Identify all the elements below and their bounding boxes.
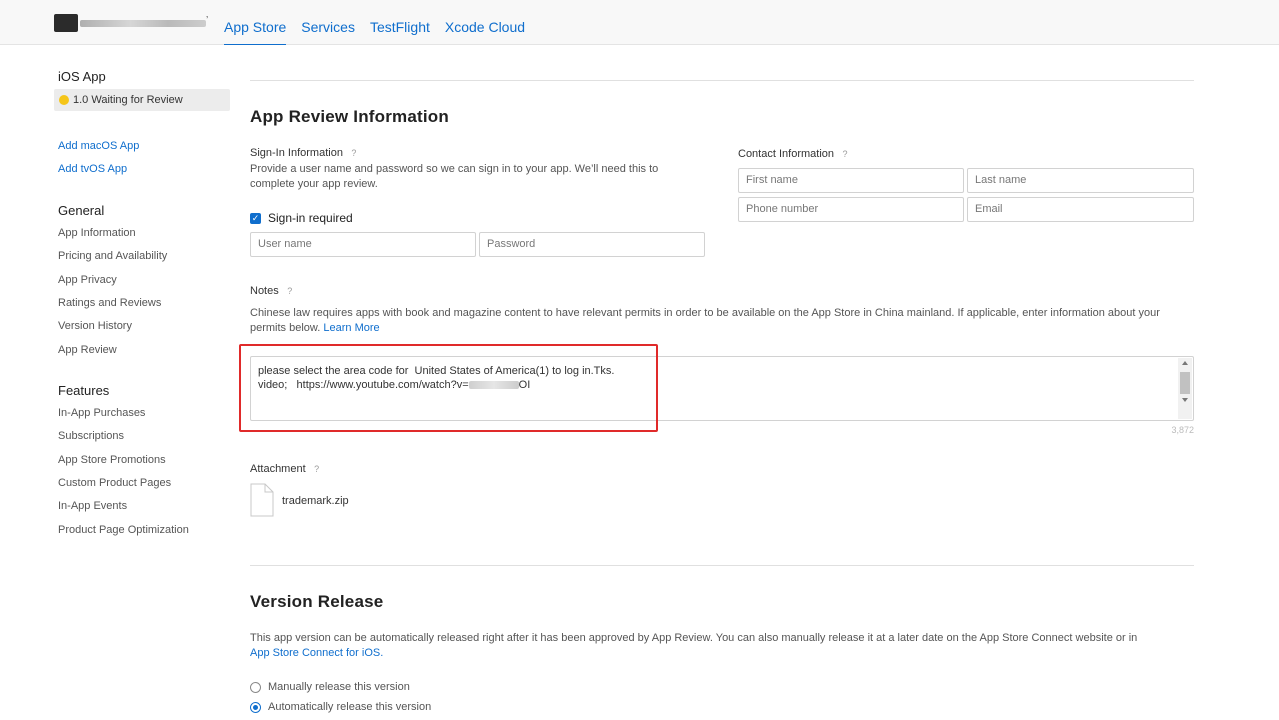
scroll-up-arrow-icon[interactable] [1182,361,1188,365]
account-avatar-icon [54,14,78,32]
notes-description-line2-text: permits below. [250,322,321,334]
section-divider [250,80,1194,81]
sidebar-item-custom-product-pages[interactable]: Custom Product Pages [58,477,171,489]
redacted-video-id [468,381,519,390]
first-name-input[interactable]: First name [738,168,964,193]
notes-label-text: Notes [250,285,279,297]
radio-manual[interactable] [250,681,261,693]
sidebar-item-promotions[interactable]: App Store Promotions [58,454,166,466]
scroll-thumb[interactable] [1180,372,1190,394]
notes-line-2-end: OI [518,379,531,391]
file-document-icon[interactable] [250,483,274,517]
sidebar-item-product-page-optimization[interactable]: Product Page Optimization [58,524,189,536]
signin-info-label: Sign-In Information? [250,147,359,159]
section-title-app-review: App Review Information [250,107,449,126]
sidebar-features-heading: Features [58,383,110,398]
learn-more-link[interactable]: Learn More [323,322,379,334]
radio-manual-label: Manually release this version [268,681,410,693]
signin-description: Provide a user name and password so we c… [250,162,658,192]
signin-required-checkbox[interactable]: ✓ [250,212,261,224]
radio-auto-label: Automatically release this version [268,701,432,713]
radio-auto[interactable] [250,701,261,713]
add-tvos-app-link[interactable]: Add tvOS App [58,163,127,175]
help-question-icon[interactable]: ? [840,149,850,159]
help-question-icon[interactable]: ? [312,464,322,474]
scroll-down-arrow-icon[interactable] [1182,398,1188,402]
sidebar-app-heading: iOS App [58,69,106,84]
app-store-connect-ios-link[interactable]: App Store Connect for iOS. [250,646,1194,661]
notes-description-line1: Chinese law requires apps with book and … [250,307,1160,319]
username-input[interactable]: User name [250,232,476,257]
attachment-label: Attachment? [250,463,322,475]
top-navigation-bar: ’ App Store Services TestFlight Xcode Cl… [0,0,1279,45]
release-description-line1: This app version can be automatically re… [250,632,1138,644]
sidebar-general-heading: General [58,203,105,218]
notes-line-1: please select the area code for United S… [258,365,615,377]
notes-text: please select the area code for United S… [258,364,614,392]
sidebar-item-version-history[interactable]: Version History [58,320,132,332]
notes-scrollbar[interactable] [1178,358,1192,419]
notes-description: Chinese law requires apps with book and … [250,306,1194,336]
release-option-manual[interactable]: Manually release this version [250,681,410,693]
last-name-input[interactable]: Last name [967,168,1194,193]
notes-line-2-start: video; https://www.youtube.com/watch?v= [258,379,469,391]
sidebar-item-pricing[interactable]: Pricing and Availability [58,250,167,262]
email-input[interactable]: Email [967,197,1194,222]
attachment-label-text: Attachment [250,463,306,475]
contact-info-label-text: Contact Information [738,148,834,160]
section-divider [250,565,1194,566]
sidebar-item-subscriptions[interactable]: Subscriptions [58,430,124,442]
notes-character-count: 3,872 [1171,425,1194,435]
sidebar-item-app-privacy[interactable]: App Privacy [58,274,117,286]
contact-info-label: Contact Information? [738,148,850,160]
notes-label: Notes? [250,285,295,297]
notes-textarea[interactable]: please select the area code for United S… [250,356,1194,421]
release-description: This app version can be automatically re… [250,631,1194,661]
attachment-file-name[interactable]: trademark.zip [282,495,349,507]
signin-info-label-text: Sign-In Information [250,147,343,159]
top-tabs: App Store Services TestFlight Xcode Clou… [224,0,540,45]
tab-xcode-cloud[interactable]: Xcode Cloud [445,0,525,45]
sidebar-item-app-review[interactable]: App Review [58,344,117,356]
sidebar-item-version-status[interactable]: 1.0 Waiting for Review [54,89,230,111]
signin-description-line1: Provide a user name and password so we c… [250,163,659,175]
signin-required-label: Sign-in required [268,211,353,225]
help-question-icon[interactable]: ? [285,286,295,296]
tab-testflight[interactable]: TestFlight [370,0,430,45]
help-question-icon[interactable]: ? [349,148,359,158]
status-dot-icon [59,95,69,105]
signin-description-line2: complete your app review. [250,178,378,190]
password-input[interactable]: Password [479,232,705,257]
tab-services[interactable]: Services [301,0,355,45]
account-name-redacted [80,20,206,27]
status-label: 1.0 Waiting for Review [73,94,183,106]
sidebar-item-app-information[interactable]: App Information [58,227,136,239]
signin-required-checkbox-row[interactable]: ✓ Sign-in required [250,211,353,225]
tab-app-store[interactable]: App Store [224,0,287,45]
notes-description-line2: permits below. Learn More [250,321,1194,336]
sidebar-item-ratings[interactable]: Ratings and Reviews [58,297,161,309]
section-title-version-release: Version Release [250,592,384,611]
phone-number-input[interactable]: Phone number [738,197,964,222]
sidebar-item-in-app-events[interactable]: In-App Events [58,500,127,512]
add-macos-app-link[interactable]: Add macOS App [58,140,139,152]
sidebar-item-in-app-purchases[interactable]: In-App Purchases [58,407,145,419]
release-option-auto[interactable]: Automatically release this version [250,701,431,713]
account-logo[interactable]: ’ [54,12,214,34]
caret-icon: ’ [206,15,209,26]
